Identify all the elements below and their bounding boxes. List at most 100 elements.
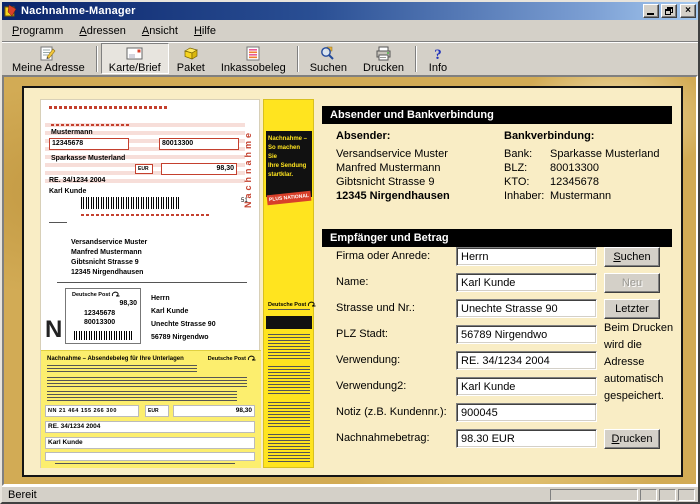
parcel-icon (181, 45, 201, 62)
bank-heading: Bankverbindung: (504, 130, 594, 142)
status-text: Bereit (5, 489, 548, 501)
detail-column: Absender und Bankverbindung Absender: Ve… (322, 88, 674, 475)
bank-label: BLZ: (504, 162, 550, 174)
toolbar-button-karte-brief[interactable]: Karte/Brief (101, 43, 169, 74)
preview-paper: Mustermann 12345678 80013300 Sparkasse M… (40, 99, 260, 468)
slip-currency-box: EUR (135, 164, 153, 174)
restore-button[interactable] (661, 4, 677, 18)
sender-city-line: 12345 Nirgendhausen (336, 190, 450, 202)
name-input[interactable] (456, 273, 597, 292)
main-panel: Mustermann 12345678 80013300 Sparkasse M… (22, 86, 683, 477)
form-row: Notiz (z.B. Kundennr.): (322, 403, 674, 425)
strip-microtext (268, 334, 310, 360)
form-preview: Mustermann 12345678 80013300 Sparkasse M… (40, 99, 314, 468)
franking-amount: 98,30 (119, 299, 137, 308)
strasse-label: Strasse und Nr.: (336, 302, 415, 314)
empty-box (45, 452, 255, 461)
middle-microtext (57, 282, 247, 285)
slip-microtext (49, 106, 167, 109)
toolbar-button-paket[interactable]: Paket (169, 43, 213, 74)
sender-bank-header: Absender und Bankverbindung (322, 106, 672, 124)
absendebeleg-microtext (47, 365, 197, 373)
toolbar-button-meine-adresse[interactable]: Meine Adresse (4, 43, 93, 74)
letzter-button[interactable]: Letzter (604, 299, 660, 319)
currency-box: EUR (145, 405, 169, 417)
absendebeleg-section: Nachnahme – Absendebeleg für Ihre Unterl… (41, 350, 261, 468)
middle-recipient-address: Herrn Karl Kunde Unechte Strasse 90 5678… (151, 292, 216, 344)
strasse-input[interactable] (456, 299, 597, 318)
deutsche-post-logo: Deutsche Post (208, 355, 256, 362)
toolbar-button-inkassobeleg[interactable]: Inkassobeleg (213, 43, 294, 74)
suchen-button[interactable]: Suchen (604, 247, 660, 267)
posthorn-icon (247, 355, 256, 362)
verwendung2-input[interactable] (456, 377, 597, 396)
plz-stadt-input[interactable] (456, 325, 597, 344)
menu-programm[interactable]: Programm (4, 21, 71, 41)
window-title: Nachnahme-Manager (21, 5, 641, 17)
app-window: Nachnahme-Manager × Programm Adressen An… (0, 0, 700, 504)
slip-side-label: Nachnahme (243, 138, 253, 208)
status-pane (678, 489, 695, 501)
posthorn-icon (307, 301, 316, 308)
menu-adressen[interactable]: Adressen (71, 21, 133, 41)
name-box: Karl Kunde (45, 437, 255, 449)
firma-input[interactable] (456, 247, 597, 266)
nachnahmebetrag-label: Nachnahmebetrag: (336, 432, 430, 444)
restore-icon (665, 7, 673, 15)
sender-heading: Absender: (336, 130, 390, 142)
form-row: Nachnahmebetrag: Drucken (322, 429, 674, 451)
slip-name: Karl Kunde (49, 187, 86, 196)
search-icon (318, 45, 338, 62)
middle-sender-address: Versandservice Muster Manfred Mustermann… (71, 238, 147, 278)
promo-box: Nachnahme – So machen Sie Ihre Sendung s… (266, 131, 312, 197)
menu-bar: Programm Adressen Ansicht Hilfe (2, 20, 698, 42)
absendebeleg-microtext (47, 391, 237, 402)
info-icon: ? (428, 45, 448, 62)
posthorn-icon (111, 291, 120, 298)
slip-microtext (81, 214, 211, 216)
drucken-button[interactable]: Drucken (604, 429, 660, 449)
franking-blz: 80013300 (84, 318, 115, 327)
slip-amount-box: 98,30 (161, 163, 237, 175)
slip-microtext (51, 124, 131, 126)
toolbar-button-suchen[interactable]: Suchen (302, 43, 355, 74)
toolbar-button-drucken[interactable]: Drucken (355, 43, 412, 74)
save-note: Beim Drucken wird die Adresse automatisc… (604, 320, 674, 405)
bank-label: Bank: (504, 148, 550, 160)
verwendung-input[interactable] (456, 351, 597, 370)
deutsche-post-logo: Deutsche Post (268, 301, 316, 308)
bank-row: Inhaber:Mustermann (504, 190, 611, 202)
status-pane (659, 489, 676, 501)
slip-reference: RE. 34/1234 2004 (49, 176, 105, 185)
nachnahmebetrag-input[interactable] (456, 429, 597, 448)
menu-hilfe[interactable]: Hilfe (186, 21, 224, 41)
minimize-icon (647, 13, 654, 15)
notiz-input[interactable] (456, 403, 597, 422)
status-pane (550, 489, 638, 501)
close-button[interactable]: × (680, 4, 696, 18)
printer-icon (374, 45, 394, 62)
receipt-icon (243, 45, 263, 62)
minimize-button[interactable] (643, 4, 659, 18)
toolbar: Meine Adresse Karte/Brief Paket (2, 42, 698, 75)
absendebeleg-header: Nachnahme – Absendebeleg für Ihre Unterl… (47, 356, 184, 363)
app-icon (4, 4, 18, 18)
bank-label: Inhaber: (504, 190, 550, 202)
form-row: Firma oder Anrede: Suchen (322, 247, 674, 269)
status-bar: Bereit (2, 486, 698, 502)
franking-barcode (74, 331, 132, 340)
slip-blz-box: 80013300 (159, 138, 239, 150)
franking-kto: 12345678 (84, 309, 115, 318)
bank-value: Sparkasse Musterland (550, 148, 659, 160)
bank-row: KTO:12345678 (504, 176, 599, 188)
bank-row: Bank:Sparkasse Musterland (504, 148, 659, 160)
toolbar-separator (297, 46, 299, 72)
form-row: Name: Neu (322, 273, 674, 295)
slip-account-holder: Mustermann (51, 128, 93, 137)
toolbar-button-info[interactable]: ? Info (420, 43, 456, 74)
plz-stadt-label: PLZ Stadt: (336, 328, 388, 340)
notiz-label: Notiz (z.B. Kundennr.): (336, 406, 447, 418)
bank-value: Mustermann (550, 190, 611, 202)
close-icon: × (681, 5, 695, 17)
menu-ansicht[interactable]: Ansicht (134, 21, 186, 41)
